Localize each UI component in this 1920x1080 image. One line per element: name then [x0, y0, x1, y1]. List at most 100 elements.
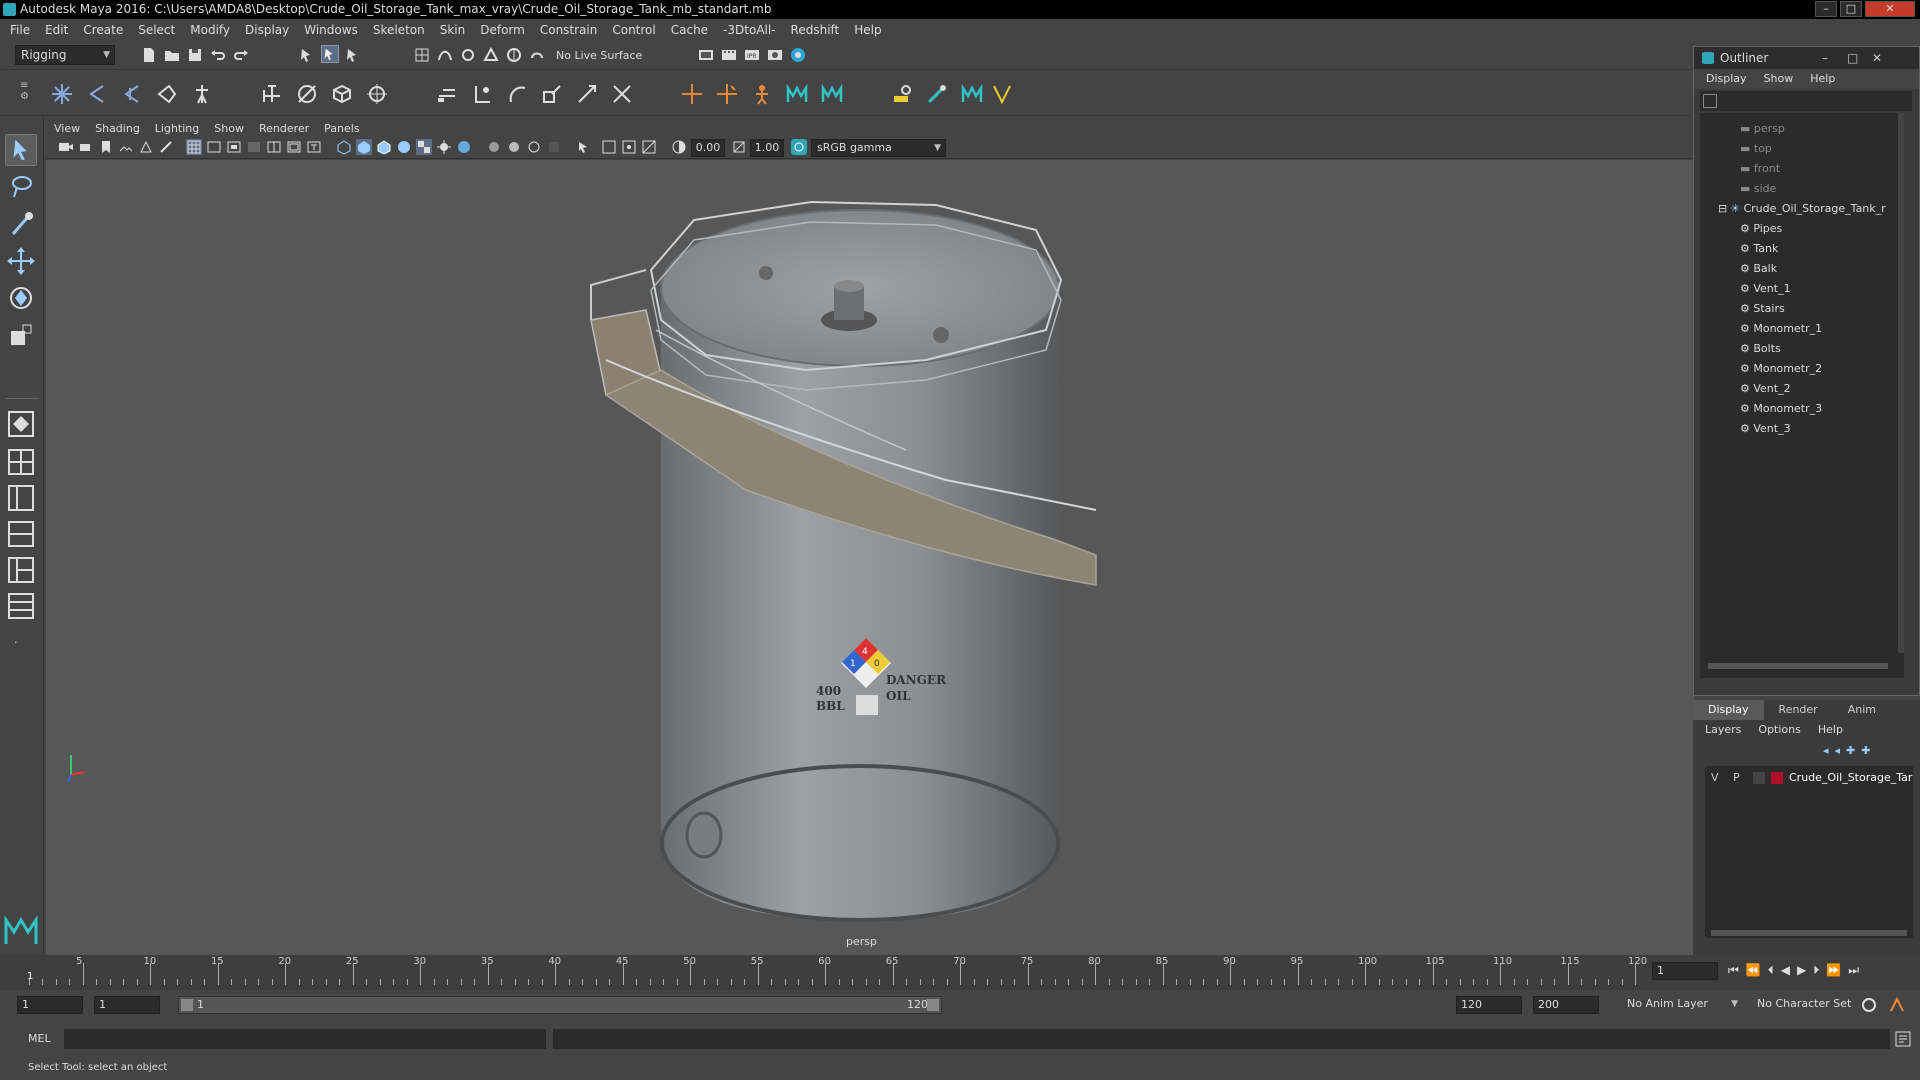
layer-menu-help[interactable]: Help — [1818, 720, 1843, 740]
minimize-button[interactable]: – — [1815, 1, 1837, 17]
grid-toggle-icon[interactable] — [186, 139, 202, 155]
shadows-icon[interactable] — [456, 139, 472, 155]
outliner-vertical-scrollbar[interactable] — [1898, 113, 1904, 653]
perspective-viewport[interactable]: 4 1 0 400 BBL DANGER OIL persp — [46, 160, 1694, 955]
exposure-field[interactable]: 0.00 — [691, 139, 725, 157]
image-plane-icon[interactable] — [118, 139, 134, 155]
exposure-icon[interactable] — [671, 139, 687, 155]
wireframe-on-shaded-icon[interactable] — [396, 139, 412, 155]
character-set-dropdown[interactable]: No Character Set — [1752, 996, 1870, 1014]
scale-constraint-icon[interactable] — [540, 82, 564, 106]
range-slider-end-handle[interactable] — [927, 999, 939, 1011]
outliner-search-field[interactable] — [1700, 91, 1912, 111]
xray-icon[interactable] — [601, 139, 617, 155]
snap-to-curve-icon[interactable] — [436, 46, 454, 64]
select-tool-icon[interactable] — [5, 134, 37, 166]
rotate-tool-icon[interactable] — [5, 282, 37, 314]
save-scene-icon[interactable] — [186, 46, 204, 64]
motion-blur-icon[interactable] — [506, 139, 522, 155]
menu-display[interactable]: Display — [245, 23, 289, 37]
redo-icon[interactable] — [232, 46, 250, 64]
bind-skin-icon[interactable] — [260, 82, 284, 106]
menu-cache[interactable]: Cache — [671, 23, 708, 37]
menu-set-dropdown[interactable]: Rigging ▼ — [15, 45, 115, 65]
layer-menu-options[interactable]: Options — [1758, 720, 1800, 740]
render-sequence-icon[interactable] — [720, 46, 738, 64]
outliner-item-monometr2[interactable]: ⚙ Monometr_2 — [1740, 359, 1822, 379]
anim-layer-dropdown[interactable]: No Anim Layer ▼ — [1622, 996, 1742, 1014]
outliner-menu-show[interactable]: Show — [1764, 69, 1794, 89]
menu-3dtoall[interactable]: -3DtoAll- — [723, 23, 775, 37]
menu-skeleton[interactable]: Skeleton — [373, 23, 425, 37]
panel-menu-panels[interactable]: Panels — [324, 122, 359, 135]
layer-action-icons[interactable]: ◂◂✚✚ — [1823, 744, 1876, 757]
select-by-object-icon[interactable] — [321, 45, 339, 63]
panel-menu-view[interactable]: View — [54, 122, 80, 135]
cv-curve-icon[interactable] — [715, 82, 739, 106]
lattice-icon[interactable] — [330, 82, 354, 106]
snap-to-point-icon[interactable] — [459, 46, 477, 64]
smooth-shade-icon[interactable] — [356, 139, 372, 155]
outliner-item-monometr3[interactable]: ⚙ Monometr_3 — [1740, 399, 1822, 419]
live-surface-label[interactable]: No Live Surface — [556, 49, 642, 62]
color-management-icon[interactable] — [791, 139, 807, 155]
menu-select[interactable]: Select — [138, 23, 175, 37]
depth-of-field-icon[interactable] — [546, 139, 562, 155]
go-to-end-icon[interactable]: ⏭ — [1848, 963, 1866, 977]
layer-menu-layers[interactable]: Layers — [1705, 720, 1741, 740]
layer-visibility-toggle[interactable]: V — [1711, 771, 1719, 784]
maya-tool-1-icon[interactable] — [785, 82, 809, 106]
panel-menu-lighting[interactable]: Lighting — [155, 122, 199, 135]
paint-select-tool-icon[interactable] — [5, 208, 37, 240]
ambient-occlusion-icon[interactable] — [486, 139, 502, 155]
menu-windows[interactable]: Windows — [304, 23, 358, 37]
create-joints-icon[interactable] — [50, 82, 74, 106]
layer-playback-toggle[interactable]: P — [1733, 771, 1740, 784]
menu-redshift[interactable]: Redshift — [791, 23, 840, 37]
outliner-item-persp[interactable]: ▬ persp — [1740, 119, 1785, 139]
menu-constrain[interactable]: Constrain — [540, 23, 598, 37]
select-by-hierarchy-icon[interactable] — [298, 46, 316, 64]
animation-end-field[interactable]: 200 — [1533, 996, 1599, 1014]
command-input[interactable] — [64, 1029, 546, 1049]
script-editor-icon[interactable] — [1894, 1030, 1912, 1048]
shaded-wireframe-icon[interactable] — [376, 139, 392, 155]
gamma-icon[interactable] — [731, 139, 747, 155]
tab-display[interactable]: Display — [1693, 700, 1764, 720]
insert-joint-icon[interactable] — [85, 82, 109, 106]
layer-reference-toggle[interactable] — [1753, 772, 1765, 784]
outliner-title-bar[interactable]: Outliner – □ ✕ — [1694, 47, 1919, 69]
menu-modify[interactable]: Modify — [190, 23, 230, 37]
outliner-item-vent2[interactable]: ⚙ Vent_2 — [1740, 379, 1791, 399]
xray-components-icon[interactable] — [641, 139, 657, 155]
command-language-label[interactable]: MEL — [28, 1032, 51, 1045]
parent-constraint-icon[interactable] — [435, 82, 459, 106]
open-scene-icon[interactable] — [163, 46, 181, 64]
animation-start-field[interactable]: 1 — [17, 996, 83, 1014]
gate-mask-icon[interactable] — [246, 139, 262, 155]
paint-weights-icon[interactable] — [295, 82, 319, 106]
grease-pencil-icon[interactable] — [158, 139, 174, 155]
select-by-component-icon[interactable] — [344, 46, 362, 64]
menu-file[interactable]: File — [10, 23, 30, 37]
paint-tool-icon[interactable] — [925, 82, 949, 106]
persp-uv-layout-icon[interactable] — [5, 590, 37, 622]
menu-help[interactable]: Help — [854, 23, 881, 37]
time-ruler[interactable]: 5 10 15 20 25 30 35 40 45 50 55 60 65 70 75 80 85 90 95 100… — [29, 955, 1647, 985]
menu-edit[interactable]: Edit — [45, 23, 68, 37]
auto-key-icon[interactable] — [1860, 996, 1878, 1014]
snap-to-view-plane-icon[interactable] — [482, 46, 500, 64]
ipr-render-icon[interactable]: IPR — [743, 46, 761, 64]
persp-graph-layout-icon[interactable] — [5, 518, 37, 550]
prev-key-icon[interactable]: ⏴ — [1768, 963, 1781, 977]
layer-horizontal-scrollbar[interactable] — [1711, 930, 1907, 936]
bookmark-icon[interactable] — [98, 139, 114, 155]
outliner-item-vent3[interactable]: ⚙ Vent_3 — [1740, 419, 1791, 439]
outliner-menu-help[interactable]: Help — [1810, 69, 1835, 89]
current-frame-field[interactable]: 1 — [1652, 962, 1718, 980]
shelf-options-icon[interactable]: ≡ ⚙ — [20, 80, 32, 105]
outliner-item-root[interactable]: ⊟ ✳ Crude_Oil_Storage_Tank_r — [1718, 199, 1886, 219]
outliner-maximize-button[interactable]: □ — [1847, 47, 1858, 69]
xray-joints-icon[interactable] — [621, 139, 637, 155]
crude-oil-tank-model[interactable]: 4 1 0 400 BBL DANGER OIL — [46, 160, 1694, 955]
